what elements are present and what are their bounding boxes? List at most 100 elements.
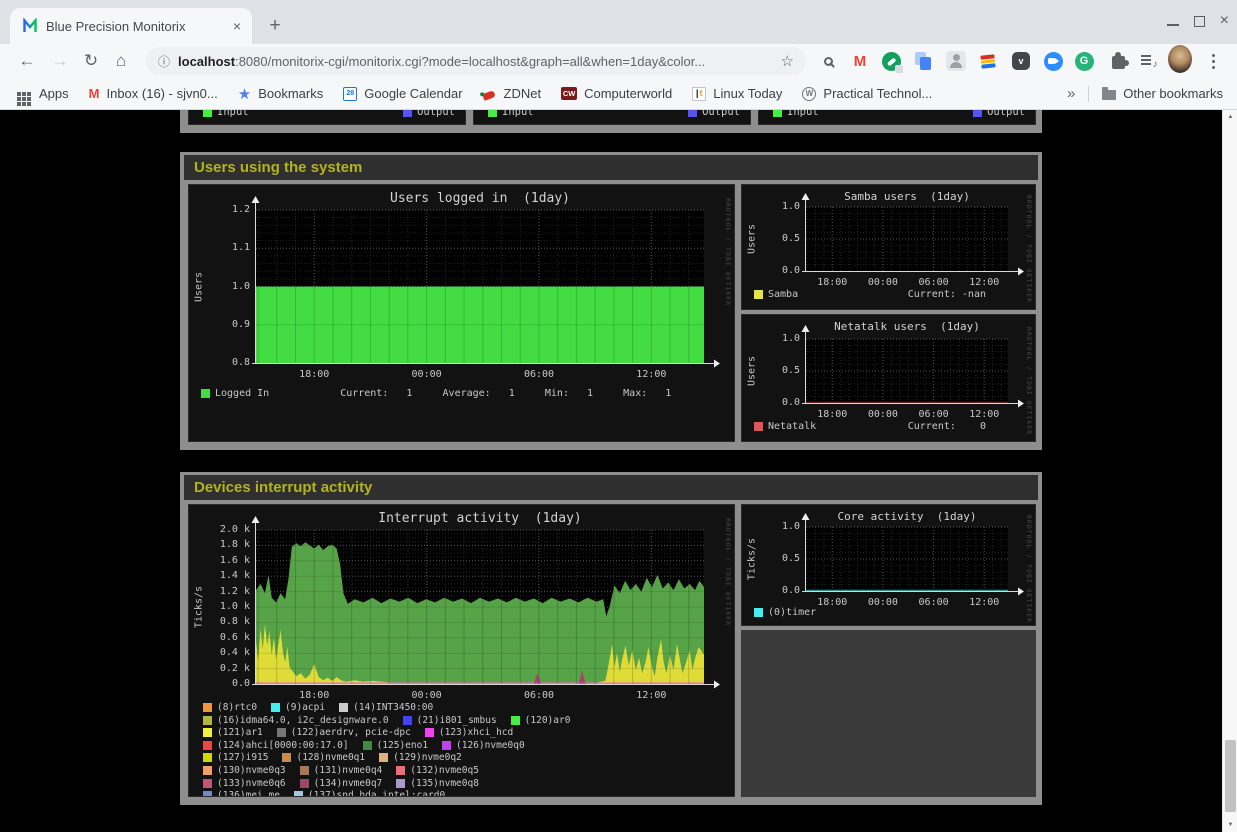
bookmarks-overflow-chevron[interactable]: » (1067, 85, 1075, 102)
site-info-icon[interactable]: ⓘ (158, 53, 170, 70)
bookmark-star-icon[interactable]: ☆ (781, 52, 794, 70)
search-icon (824, 57, 833, 66)
extensions-puzzle-button[interactable] (1106, 49, 1130, 73)
reload-button[interactable]: ↻ (77, 44, 105, 78)
legend-swatch (203, 791, 212, 797)
window-close-button[interactable]: × (1220, 13, 1229, 29)
legend-label: Samba (768, 289, 798, 300)
scroll-down-arrow[interactable]: ▼ (1223, 818, 1237, 832)
legend-label: (129)nvme0q2 (393, 752, 462, 763)
x-tick-label: 00:00 (412, 690, 442, 701)
scroll-up-arrow[interactable]: ▲ (1223, 110, 1237, 124)
browser-tab[interactable]: Blue Precision Monitorix × (10, 8, 252, 44)
core-activity-graph[interactable]: Core activity (1day)RRDTOOL / TOBI OETIK… (741, 504, 1036, 626)
legend-item: (131)nvme0q4 (300, 765, 383, 776)
grammarly-extension-icon[interactable]: G (1072, 49, 1096, 73)
bookmark-linux-today[interactable]: |tLinux Today (692, 86, 782, 101)
rrdtool-watermark: RRDTOOL / TOBI OETIKER (724, 518, 732, 626)
network-section-partial: InputOutput InputOutput InputOutput (180, 110, 1042, 133)
legend-swatch (201, 389, 210, 398)
legend-row: (0)timer (754, 607, 830, 618)
calendar-icon: 28 (343, 87, 357, 101)
home-button[interactable]: ⌂ (107, 44, 135, 78)
network-graph-partial-2[interactable]: InputOutput (473, 110, 751, 125)
legend-swatch (403, 110, 412, 117)
profile-avatar[interactable] (1168, 47, 1192, 71)
window-controls: × (1167, 10, 1229, 32)
tab-close-icon[interactable]: × (228, 17, 246, 35)
legend-row: (16)idma64.0, i2c_designware.0 (21)i801_s… (203, 715, 584, 726)
back-button[interactable]: ← (13, 44, 41, 78)
page-scrollbar[interactable]: ▲ ▼ (1222, 110, 1237, 832)
wordpress-icon: W (802, 87, 816, 101)
pocket-extension-icon[interactable]: v (1009, 49, 1033, 73)
scrollbar-thumb[interactable] (1225, 740, 1236, 812)
y-tick-label: 1.0 k (204, 601, 250, 612)
legend-row: (127)i915(128)nvme0q1(129)nvme0q2 (203, 752, 584, 763)
users-logged-in-graph[interactable]: Users logged in (1day)RRDTOOL / TOBI OET… (188, 184, 735, 442)
y-tick-label: 0.8 (204, 357, 250, 368)
legend-label: (21)i801_smbus (417, 715, 497, 726)
legend-item: (122)aerdrv, pcie-dpc (277, 727, 411, 738)
legend-swatch (688, 110, 697, 117)
books-extension-icon[interactable] (976, 49, 1000, 73)
new-tab-button[interactable]: + (262, 13, 288, 39)
network-graph-partial-1[interactable]: InputOutput (188, 110, 466, 125)
legend-item: (16)idma64.0, i2c_designware.0 (203, 715, 389, 726)
browser-menu-button[interactable] (1201, 49, 1225, 73)
legend-label: Output (987, 110, 1025, 118)
legend-label: (16)idma64.0, i2c_designware.0 (217, 715, 389, 726)
legend-item: (124)ahci[0000:00:17.0] (203, 740, 349, 751)
samba-users-graph[interactable]: Samba users (1day)RRDTOOL / TOBI OETIKER… (741, 184, 1036, 310)
y-tick-label: 0.9 (204, 319, 250, 330)
bookmark-practical-technology[interactable]: WPractical Technol... (802, 86, 932, 101)
bookmark-inbox[interactable]: MInbox (16) - sjvn0... (89, 86, 218, 101)
person-extension-icon[interactable] (944, 49, 968, 73)
legend-swatch (442, 741, 451, 750)
playlist-extension-icon[interactable]: ♪ (1137, 49, 1161, 73)
legend-swatch (773, 110, 782, 117)
legend-swatch (488, 110, 497, 117)
network-graph-partial-3[interactable]: InputOutput (758, 110, 1036, 125)
legend-row: (136)mei_me(137)snd_hda_intel:card0 (203, 790, 584, 797)
music-queue-icon: ♪ (1141, 54, 1158, 68)
window-minimize-button[interactable] (1167, 24, 1179, 26)
search-extension-icon[interactable] (816, 49, 840, 73)
bookmark-computerworld[interactable]: CWComputerworld (561, 86, 672, 101)
legend-label: (122)aerdrv, pcie-dpc (291, 727, 411, 738)
legend-row: Logged InCurrent: 1 Average: 1 Min: 1 Ma… (201, 388, 671, 399)
y-tick-label: 0.0 (754, 397, 800, 408)
interrupt-activity-graph[interactable]: Interrupt activity (1day)RRDTOOL / TOBI … (188, 504, 735, 797)
legend-row: (124)ahci[0000:00:17.0](125)eno1(126)nvm… (203, 740, 584, 751)
window-maximize-button[interactable] (1194, 16, 1205, 27)
bookmark-bookmarks[interactable]: ★Bookmarks (238, 85, 323, 103)
forward-button[interactable]: → (46, 44, 74, 78)
copy-pages-extension-icon[interactable] (911, 49, 935, 73)
address-bar[interactable]: ⓘ localhost :8080/monitorix-cgi/monitori… (146, 47, 806, 75)
voice-extension-icon[interactable] (879, 49, 903, 73)
linux-today-icon: |t (692, 87, 706, 101)
legend-swatch (203, 703, 212, 712)
x-tick-label: 12:00 (636, 690, 666, 701)
legend-item: (120)ar0 (511, 715, 571, 726)
section-title: Users using the system (194, 159, 362, 176)
legend-label: (130)nvme0q3 (217, 765, 286, 776)
legend-item: (121)ar1 (203, 727, 263, 738)
legend-swatch (203, 753, 212, 762)
other-bookmarks[interactable]: Other bookmarks (1102, 86, 1223, 101)
bookmark-apps[interactable]: Apps (14, 86, 69, 101)
bookmark-zdnet[interactable]: ZDNet (483, 86, 542, 101)
zoom-extension-icon[interactable] (1041, 49, 1065, 73)
x-tick-label: 18:00 (299, 369, 329, 380)
x-tick-label: 18:00 (299, 690, 329, 701)
gmail-extension-icon[interactable]: M (848, 49, 872, 73)
legend-current-value: Current: 0 (908, 421, 986, 432)
x-tick-label: 06:00 (524, 369, 554, 380)
netatalk-users-graph[interactable]: Netatalk users (1day)RRDTOOL / TOBI OETI… (741, 314, 1036, 442)
x-tick-label: 12:00 (969, 409, 999, 420)
legend-swatch (203, 741, 212, 750)
legend-label: (9)acpi (285, 702, 325, 713)
legend-label: Input (217, 110, 249, 118)
bookmark-google-calendar[interactable]: 28Google Calendar (343, 86, 462, 101)
gmail-icon: M (854, 53, 867, 70)
